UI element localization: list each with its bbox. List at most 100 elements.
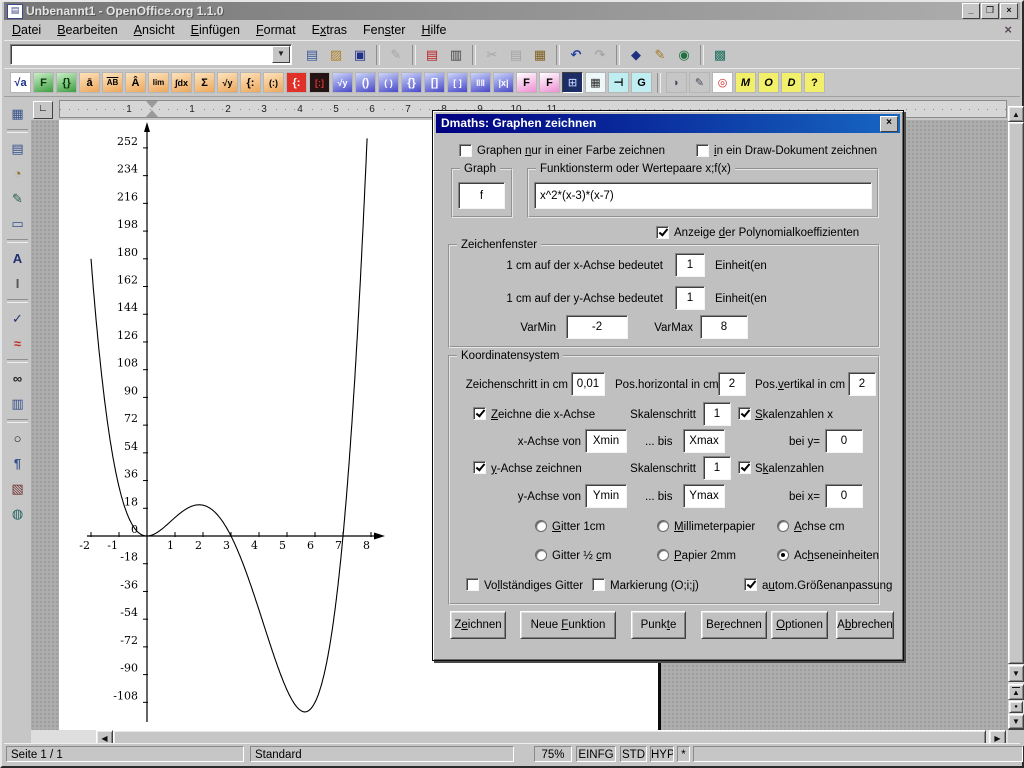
menu-bearbeiten[interactable]: Bearbeiten <box>49 21 125 39</box>
radio-gitter-half-cm-label[interactable]: Gitter ½ cm <box>552 549 611 563</box>
graph-window-icon[interactable]: ⊞ <box>562 72 583 93</box>
new-document-icon[interactable]: ▤ <box>301 44 323 66</box>
macro-m-icon[interactable]: M <box>735 72 756 93</box>
gallery-icon[interactable]: ▩ <box>709 44 731 66</box>
edit-file-icon[interactable]: ✎ <box>385 44 407 66</box>
export-pdf-icon[interactable]: ▤ <box>421 44 443 66</box>
zeichenschritt-field[interactable]: 0,01 <box>571 372 605 396</box>
parens-small-icon[interactable]: () <box>355 72 376 93</box>
macro-o-icon[interactable]: O <box>758 72 779 93</box>
autotext-icon[interactable]: A <box>6 247 29 270</box>
letter-g-icon[interactable]: G <box>631 72 652 93</box>
system-brace-icon[interactable]: {: <box>240 72 261 93</box>
function-term-field[interactable]: x^2*(x-3)*(x-7) <box>534 182 872 209</box>
close-button[interactable]: × <box>1000 3 1018 19</box>
root-blue-icon[interactable]: √y <box>332 72 353 93</box>
minimize-button[interactable]: _ <box>962 3 980 19</box>
checkbox-skalenzahlen-x-label[interactable]: Skalenzahlen x <box>755 408 833 422</box>
y-scale-field[interactable]: 1 <box>675 286 705 310</box>
cut-icon[interactable]: ✂ <box>481 44 503 66</box>
abs-value-icon[interactable]: |x| <box>493 72 514 93</box>
zeichnen-button[interactable]: Zeichnen <box>450 611 506 639</box>
status-selection-mode[interactable]: STD <box>620 746 647 762</box>
skalenschritt-x-field[interactable]: 1 <box>703 402 731 426</box>
checkbox-draw-y-axis-label[interactable]: y-Achse zeichnen <box>491 462 582 476</box>
limit-icon[interactable]: lim <box>148 72 169 93</box>
insert-fields-icon[interactable]: ✎ <box>649 44 671 66</box>
data-sources-icon[interactable]: ▥ <box>6 392 29 415</box>
x-bis-field[interactable]: Xmax <box>683 429 725 453</box>
zoom-icon[interactable]: ○ <box>6 427 29 450</box>
norm-bars-icon[interactable]: ‖‖ <box>470 72 491 93</box>
open-document-icon[interactable]: ▨ <box>325 44 347 66</box>
protractor-icon[interactable]: ◗ <box>666 72 687 93</box>
checkbox-draw-x-axis[interactable] <box>473 407 486 420</box>
checkbox-draw-document-label[interactable]: in ein Draw-Dokument zeichnen <box>714 144 877 158</box>
radio-gitter-half-cm[interactable] <box>535 549 547 561</box>
x-scale-field[interactable]: 1 <box>675 253 705 277</box>
online-layout-icon[interactable]: ◍ <box>6 502 29 525</box>
berechnen-button[interactable]: Berechnen <box>701 611 767 639</box>
function-edit-pink-icon[interactable]: F <box>539 72 560 93</box>
radio-papier-2mm-label[interactable]: Papier 2mm <box>674 549 736 563</box>
status-template[interactable]: Standard <box>250 746 514 762</box>
status-insert-mode[interactable]: EINFG <box>576 746 616 762</box>
bei-x-field[interactable]: 0 <box>825 484 863 508</box>
menu-extras[interactable]: Extras <box>304 21 355 39</box>
spellcheck-icon[interactable]: ✓ <box>6 307 29 330</box>
menu-einfuegen[interactable]: Einfügen <box>183 21 248 39</box>
status-info[interactable] <box>693 746 1023 762</box>
checkbox-one-color-label[interactable]: Graphen nur in einer Farbe zeichnen <box>477 144 665 158</box>
radio-achseneinheiten-label[interactable]: Achseneinheiten <box>794 549 879 563</box>
checkbox-auto-size-label[interactable]: autom.Größenanpassung <box>762 579 892 593</box>
sum-sigma-icon[interactable]: Σ <box>194 72 215 93</box>
sqrt-a-icon[interactable]: √a <box>10 72 31 93</box>
paste-icon[interactable]: ▦ <box>529 44 551 66</box>
checkbox-auto-size[interactable] <box>744 578 757 591</box>
dialog-title-bar[interactable]: Dmaths: Graphen zeichnen × <box>436 114 900 133</box>
y-von-field[interactable]: Ymin <box>585 484 627 508</box>
document-close-icon[interactable]: × <box>1004 22 1012 37</box>
insert-object-icon[interactable]: ◔ <box>6 162 29 185</box>
varmax-field[interactable]: 8 <box>700 315 748 339</box>
radio-papier-2mm[interactable] <box>657 549 669 561</box>
scroll-up-icon[interactable]: ▲ <box>1008 106 1024 122</box>
checkbox-vollstaendiges-gitter[interactable] <box>466 578 479 591</box>
checkbox-skalenzahlen-y[interactable] <box>738 461 751 474</box>
help-dmaths-icon[interactable]: ? <box>804 72 825 93</box>
menu-hilfe[interactable]: Hilfe <box>413 21 454 39</box>
vector-a-icon[interactable]: ā <box>79 72 100 93</box>
varmin-field[interactable]: -2 <box>566 315 628 339</box>
checkbox-skalenzahlen-y-label[interactable]: Skalenzahlen <box>755 462 824 476</box>
braces-green-icon[interactable]: {} <box>56 72 77 93</box>
next-page-icon[interactable]: ▼ <box>1008 714 1024 730</box>
combobox-dropdown-icon[interactable]: ▼ <box>272 46 290 63</box>
checkbox-draw-document[interactable] <box>696 144 709 157</box>
status-hyperlink-mode[interactable]: HYP <box>650 746 674 762</box>
navigation-icon[interactable]: ● <box>1009 701 1023 713</box>
radio-millimeterpapier[interactable] <box>657 520 669 532</box>
menu-ansicht[interactable]: Ansicht <box>126 21 183 39</box>
save-document-icon[interactable]: ▣ <box>349 44 371 66</box>
segment-ab-icon[interactable]: AB <box>102 72 123 93</box>
neue-funktion-button[interactable]: Neue Funktion <box>520 611 616 639</box>
tab-stop-type-button[interactable]: ∟ <box>33 101 53 119</box>
dialog-close-icon[interactable]: × <box>880 116 898 132</box>
auto-spellcheck-icon[interactable]: ≈ <box>6 332 29 355</box>
graphics-on-off-icon[interactable]: ▧ <box>6 477 29 500</box>
pos-vertikal-field[interactable]: 2 <box>848 372 876 396</box>
checkbox-markierung-label[interactable]: Markierung (O;i;j) <box>610 579 699 593</box>
radio-gitter-1cm[interactable] <box>535 520 547 532</box>
status-page[interactable]: Seite 1 / 1 <box>6 746 244 762</box>
form-functions-icon[interactable]: ▭ <box>6 212 29 235</box>
matrix-brackets-icon[interactable]: [:] <box>309 72 330 93</box>
checkbox-vollstaendiges-gitter-label[interactable]: Vollständiges Gitter <box>484 579 583 593</box>
url-combobox[interactable]: ▼ <box>10 44 292 65</box>
parens-large-icon[interactable]: ( ) <box>378 72 399 93</box>
menu-format[interactable]: Format <box>248 21 304 39</box>
menu-fenster[interactable]: Fenster <box>355 21 413 39</box>
pos-horizontal-field[interactable]: 2 <box>718 372 746 396</box>
angle-a-icon[interactable]: Â <box>125 72 146 93</box>
binomial-icon[interactable]: (:) <box>263 72 284 93</box>
y-bis-field[interactable]: Ymax <box>683 484 725 508</box>
